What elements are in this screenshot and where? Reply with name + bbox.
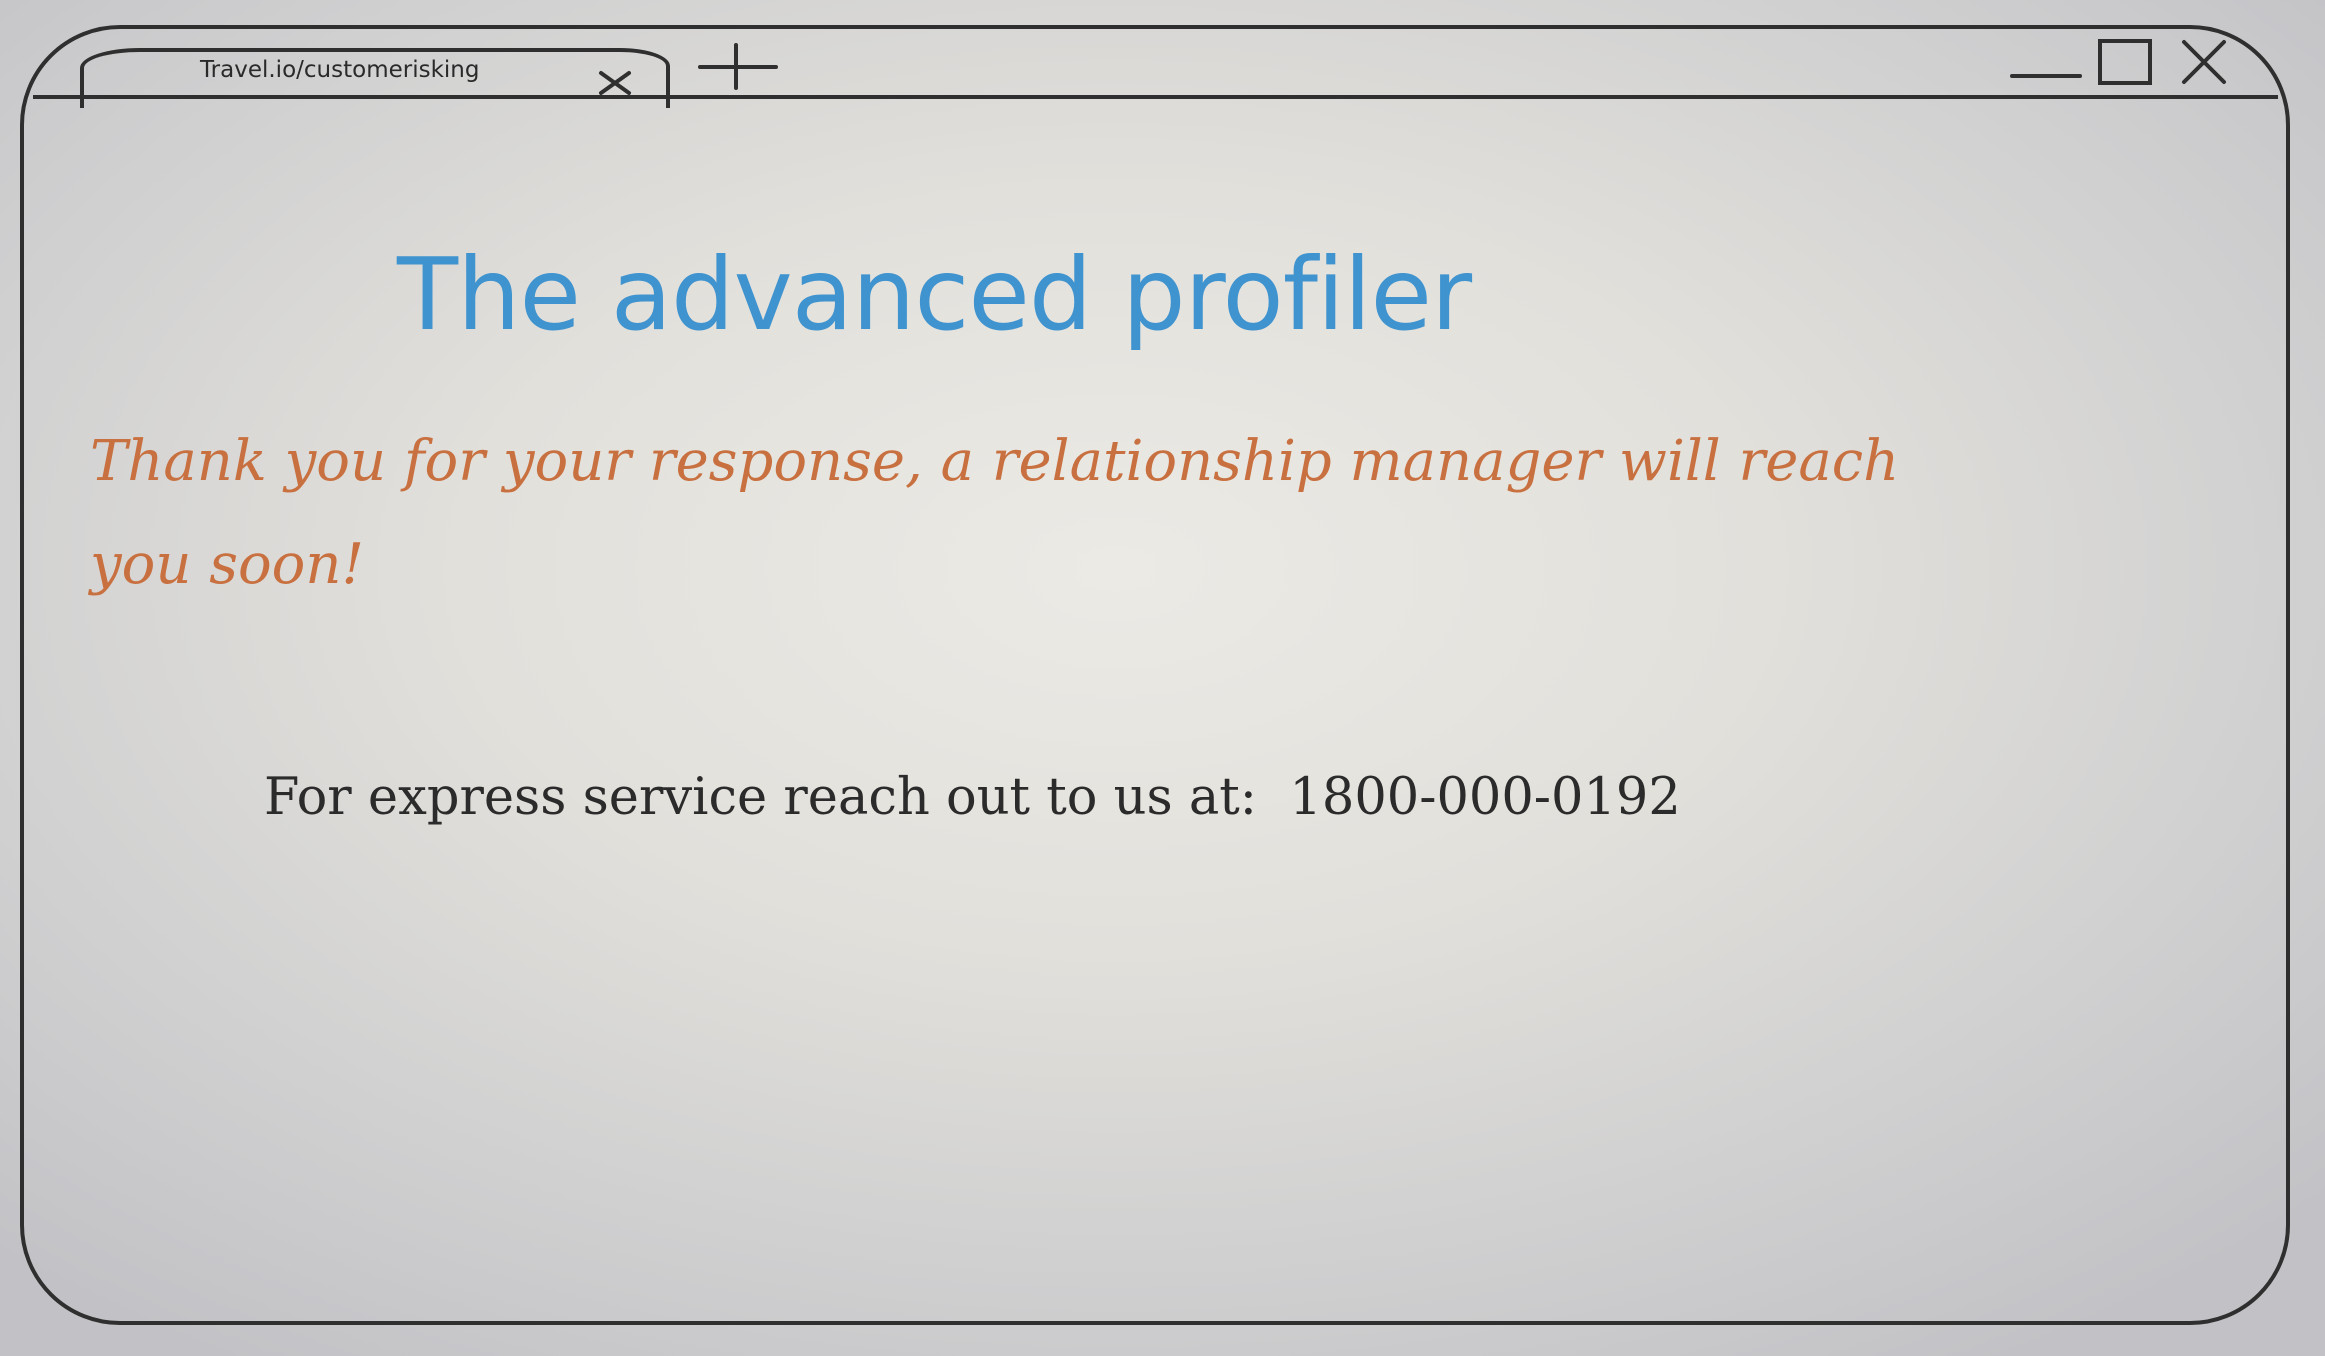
close-icon[interactable]: [2180, 38, 2228, 86]
confirmation-message: Thank you for your response, a relations…: [90, 429, 1900, 597]
maximize-icon[interactable]: [2097, 38, 2153, 86]
express-service-line: For express service reach out to us at: …: [264, 758, 1681, 838]
contact-prefix: For express service reach out to us at:: [264, 768, 1257, 827]
tab-close-icon[interactable]: [598, 70, 632, 96]
new-tab-plus-icon[interactable]: [698, 42, 778, 90]
browser-window-frame: [20, 25, 2290, 1325]
page-title: The advanced profiler: [397, 236, 1472, 353]
minimize-icon[interactable]: [2010, 70, 2082, 82]
phone-number[interactable]: 1800-000-0192: [1289, 768, 1680, 827]
tab-url-label[interactable]: Travel.io/customerisking: [200, 57, 479, 83]
